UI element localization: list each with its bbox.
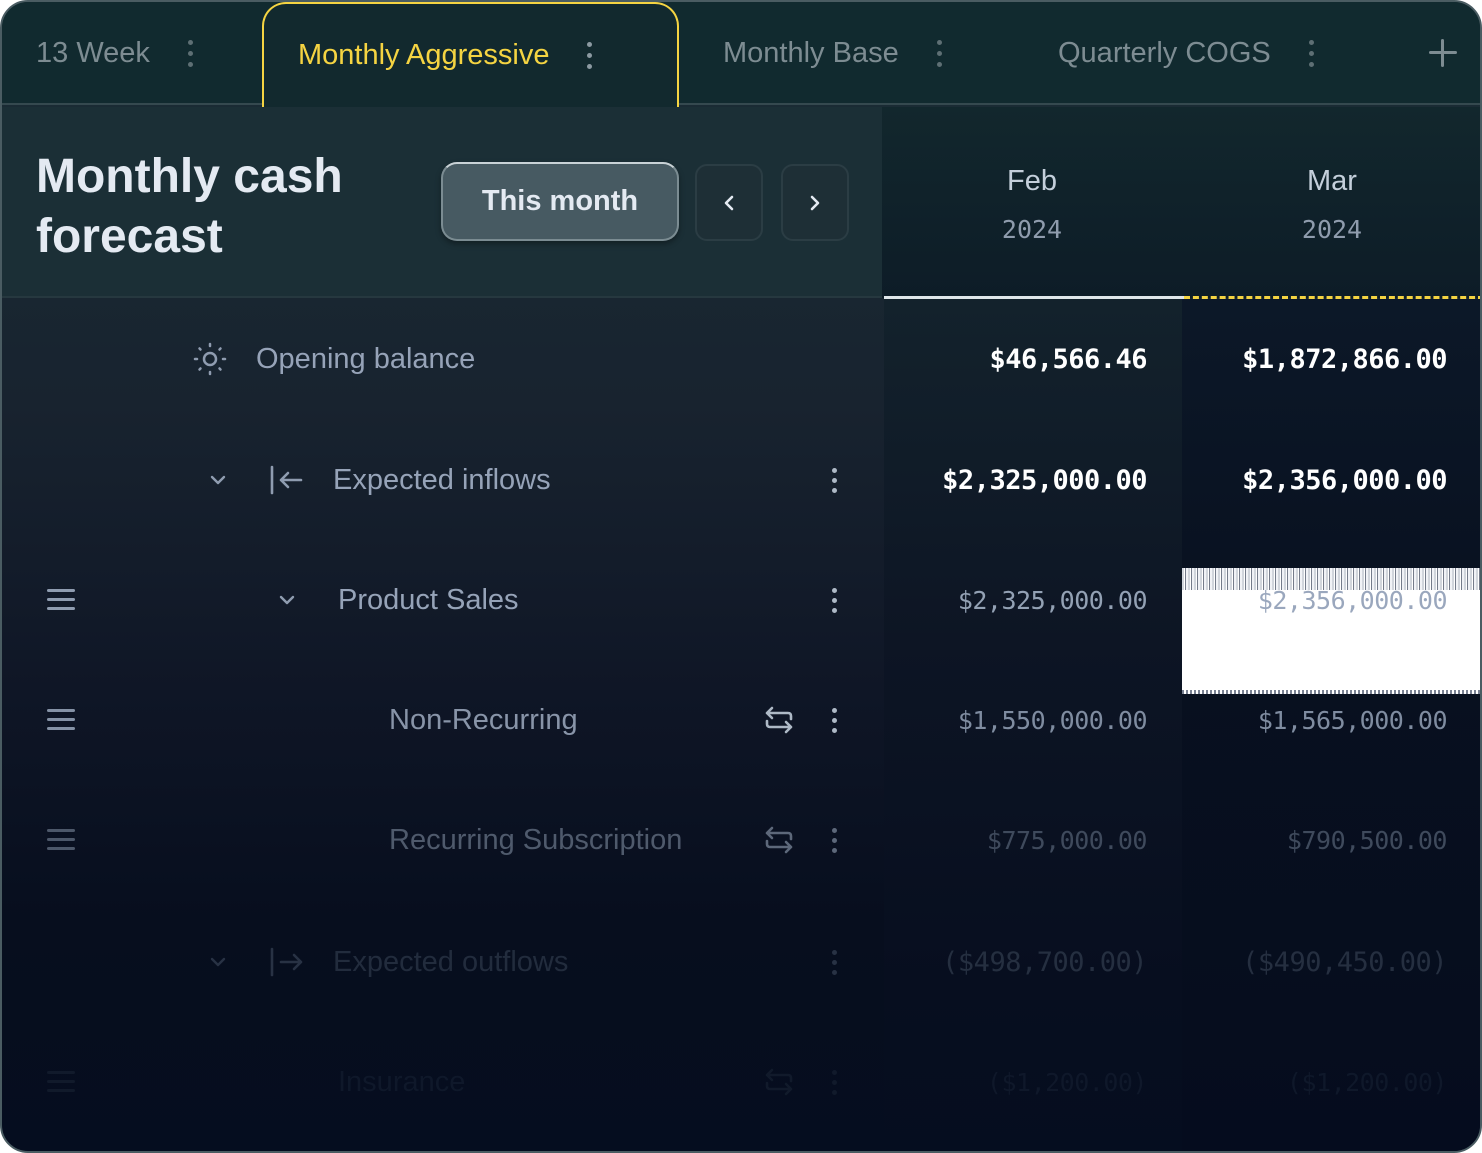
drag-handle-icon[interactable] <box>47 829 77 851</box>
chevron-right-icon <box>810 195 820 210</box>
forecast-header: Monthly cash forecast This month <box>2 107 882 298</box>
more-vertical-icon[interactable] <box>829 947 839 977</box>
more-vertical-icon[interactable] <box>829 465 839 495</box>
tab-monthly-aggressive[interactable]: Monthly Aggressive <box>262 2 679 107</box>
drag-handle-icon[interactable] <box>47 1071 77 1093</box>
tab-quarterly-cogs[interactable]: Quarterly COGS <box>1058 2 1314 105</box>
chevron-down-icon[interactable] <box>207 469 229 491</box>
month-year: 2024 <box>1001 215 1063 244</box>
row-opening-balance: Opening balance $46,566.46 $1,872,866.00 <box>2 299 1480 419</box>
value-mar[interactable]: $2,356,000.00 <box>1182 540 1448 660</box>
tab-label: Monthly Base <box>723 37 899 69</box>
inflow-arrow-icon <box>268 464 306 496</box>
row-label: Non-Recurring <box>389 703 578 736</box>
more-vertical-icon[interactable] <box>936 40 942 67</box>
row-product-sales: Product Sales $2,325,000.00 $2,356,000.0… <box>2 540 1480 660</box>
recurring-icon[interactable] <box>762 1066 796 1098</box>
row-label: Expected outflows <box>333 945 569 978</box>
month-name: Feb <box>1007 165 1057 197</box>
chevron-down-icon[interactable] <box>276 589 298 611</box>
cash-forecast-window: 13 Week Monthly Aggressive Monthly Base … <box>0 0 1482 1153</box>
recurring-icon[interactable] <box>762 824 796 856</box>
value-feb[interactable]: $2,325,000.00 <box>884 540 1148 660</box>
next-month-button[interactable] <box>781 164 849 241</box>
tab-label: 13 Week <box>36 37 150 69</box>
tab-label: Quarterly COGS <box>1058 37 1271 69</box>
column-header-feb[interactable]: Feb 2024 <box>882 107 1182 298</box>
more-vertical-icon[interactable] <box>829 705 839 735</box>
tab-bar: 13 Week Monthly Aggressive Monthly Base … <box>2 2 1480 107</box>
row-expected-outflows: Expected outflows ($498,700.00) ($490,45… <box>2 902 1480 1022</box>
value-feb[interactable]: $1,550,000.00 <box>884 660 1148 780</box>
drag-handle-icon[interactable] <box>47 709 77 731</box>
more-vertical-icon[interactable] <box>829 585 839 615</box>
column-header-mar[interactable]: Mar 2024 <box>1182 107 1480 298</box>
row-label: Product Sales <box>338 583 519 616</box>
row-label: Recurring Subscription <box>389 823 683 856</box>
more-vertical-icon[interactable] <box>587 42 593 69</box>
row-label: Opening balance <box>256 342 476 375</box>
value-mar[interactable]: $790,500.00 <box>1182 780 1448 900</box>
row-non-recurring: Non-Recurring $1,550,000.00 $1,565,000.0… <box>2 660 1480 780</box>
value-feb[interactable]: $2,325,000.00 <box>884 420 1147 540</box>
more-vertical-icon[interactable] <box>1308 40 1314 67</box>
recurring-icon[interactable] <box>762 704 796 736</box>
row-recurring-subscription: Recurring Subscription $775,000.00 $790,… <box>2 780 1480 900</box>
month-columns-header: Feb 2024 Mar 2024 <box>882 107 1480 298</box>
value-feb[interactable]: ($1,200.00) <box>884 1022 1148 1142</box>
outflow-arrow-icon <box>268 946 306 978</box>
more-vertical-icon[interactable] <box>829 1067 839 1097</box>
chevron-down-icon[interactable] <box>207 951 229 973</box>
chevron-left-icon <box>724 195 734 210</box>
value-mar[interactable]: $1,565,000.00 <box>1182 660 1448 780</box>
value-mar[interactable]: $2,356,000.00 <box>1182 420 1447 540</box>
page-title: Monthly cash forecast <box>36 150 343 263</box>
more-vertical-icon[interactable] <box>829 825 839 855</box>
row-insurance: Insurance ($1,200.00) ($1,200.00) <box>2 1022 1480 1142</box>
value-mar[interactable]: ($1,200.00) <box>1182 1022 1448 1142</box>
sun-icon <box>192 341 228 377</box>
month-year: 2024 <box>1301 215 1363 244</box>
this-month-button[interactable]: This month <box>441 162 679 241</box>
value-mar[interactable]: $1,872,866.00 <box>1182 299 1447 419</box>
tab-label: Monthly Aggressive <box>298 39 550 71</box>
month-name: Mar <box>1307 165 1357 197</box>
value-feb[interactable]: ($498,700.00) <box>884 902 1147 1022</box>
previous-month-button[interactable] <box>695 164 763 241</box>
more-vertical-icon[interactable] <box>187 40 193 67</box>
tab-13-week[interactable]: 13 Week <box>36 2 193 105</box>
value-feb[interactable]: $775,000.00 <box>884 780 1148 900</box>
drag-handle-icon[interactable] <box>47 589 77 611</box>
row-expected-inflows: Expected inflows $2,325,000.00 $2,356,00… <box>2 420 1480 540</box>
value-mar[interactable]: ($490,450.00) <box>1182 902 1447 1022</box>
row-label: Expected inflows <box>333 463 551 496</box>
row-label: Insurance <box>338 1065 466 1098</box>
value-feb[interactable]: $46,566.46 <box>884 299 1147 419</box>
plus-icon[interactable] <box>1428 38 1458 68</box>
tab-monthly-base[interactable]: Monthly Base <box>723 2 942 105</box>
